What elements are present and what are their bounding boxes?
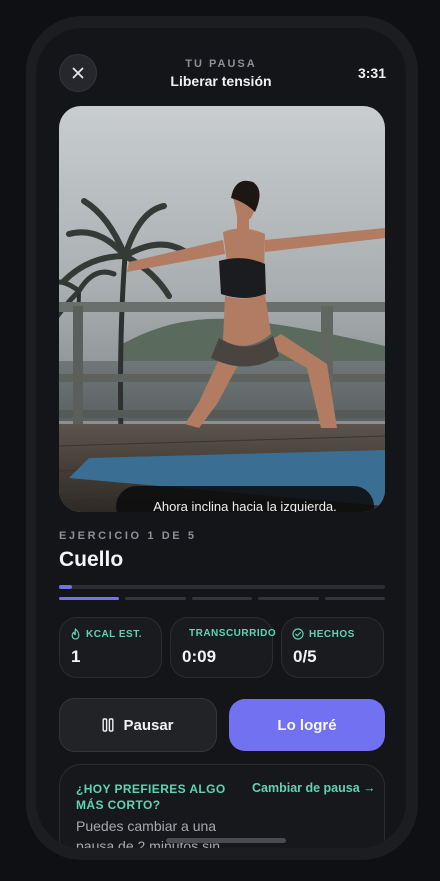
stat-kcal-label: KCAL EST. [86, 628, 142, 640]
step-segment [324, 597, 385, 600]
stat-elapsed-value: 0:09 [182, 647, 217, 666]
session-timer: 3:31 [357, 65, 386, 81]
shorter-break-title: ¿HOY PREFIERES ALGO MÁS CORTO? [76, 782, 226, 812]
close-button[interactable] [59, 54, 97, 92]
shorter-break-card: ¿HOY PREFIERES ALGO MÁS CORTO? Cambiar d… [59, 764, 385, 848]
stat-kcal: KCAL EST. 1 [59, 617, 162, 678]
session-kicker: TU PAUSA [185, 58, 257, 70]
close-icon [72, 67, 84, 79]
change-break-link[interactable]: Cambiar de pausa → [252, 781, 376, 795]
shorter-break-description: Puedes cambiar a una pausa de 2 minutos … [76, 818, 220, 848]
step-segment [191, 597, 253, 600]
stat-done-value: 0/5 [293, 647, 317, 666]
screen: TU PAUSA Liberar tensión 3:31 Ahora incl… [36, 28, 406, 848]
step-segment [59, 597, 120, 600]
stat-done: HECHOS 0/5 [281, 617, 384, 678]
exercise-title: Cuello [59, 548, 124, 571]
flame-icon [71, 628, 80, 640]
exercise-progress-bar [59, 585, 385, 589]
step-segment [125, 597, 186, 600]
stat-done-label: HECHOS [309, 628, 355, 640]
pause-icon [102, 718, 114, 732]
pause-button-label: Pausar [123, 716, 174, 734]
video-frame-image [59, 106, 385, 512]
done-button[interactable]: Lo logré [229, 699, 385, 751]
exercise-progress-fill [59, 585, 72, 589]
check-circle-icon [292, 628, 304, 640]
instruction-caption: Ahora inclina hacia la izquierda. [116, 486, 374, 512]
exercise-counter: EJERCICIO 1 DE 5 [59, 530, 197, 542]
step-segment [258, 597, 319, 600]
pause-button[interactable]: Pausar [59, 698, 217, 752]
done-button-label: Lo logré [277, 716, 337, 734]
exercise-video[interactable]: Ahora inclina hacia la izquierda. [59, 106, 385, 512]
stat-kcal-value: 1 [71, 647, 81, 666]
session-title: Liberar tensión [170, 73, 272, 89]
stat-elapsed-label: TRANSCURRIDO [189, 628, 277, 639]
stat-elapsed: TRANSCURRIDO 0:09 [170, 617, 277, 678]
home-indicator[interactable] [166, 838, 286, 843]
